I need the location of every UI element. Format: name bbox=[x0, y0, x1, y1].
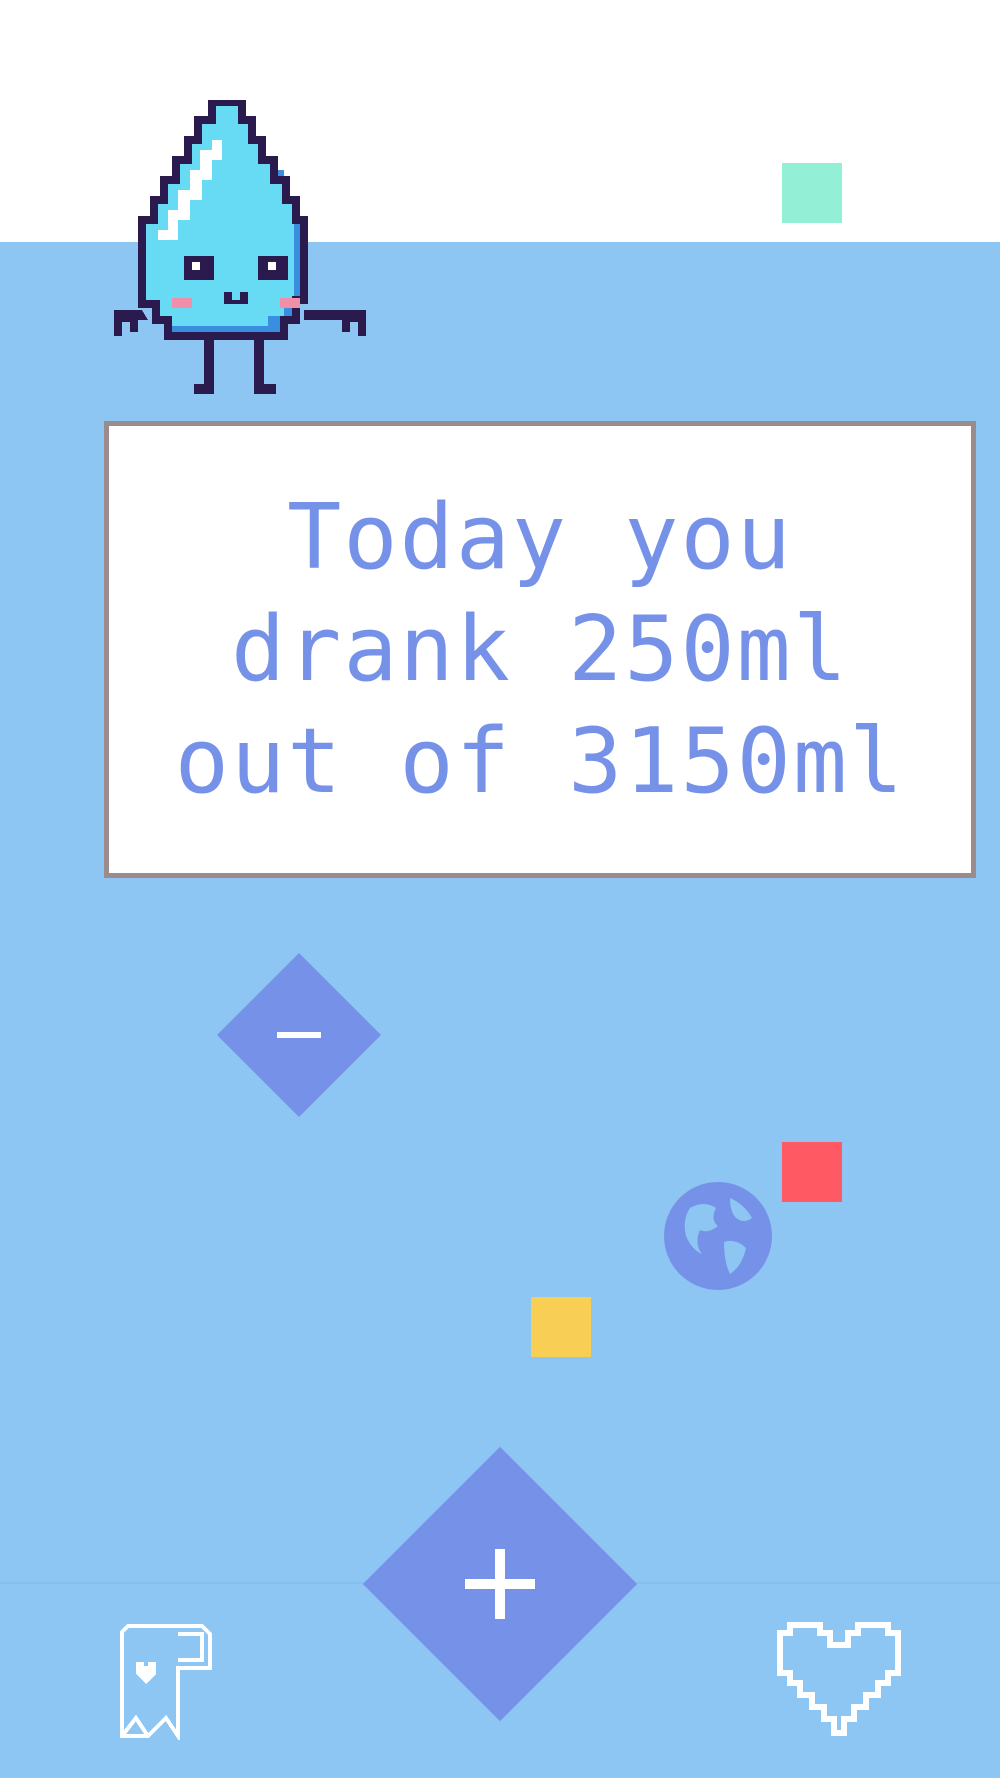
summary-line-3: out of 3150ml bbox=[174, 708, 906, 814]
mint-square bbox=[782, 163, 842, 223]
daily-summary-text: Today you drank 250ml out of 3150ml bbox=[175, 482, 905, 818]
increase-button[interactable] bbox=[362, 1446, 638, 1722]
red-square bbox=[782, 1142, 842, 1202]
daily-summary-card: Today you drank 250ml out of 3150ml bbox=[104, 421, 976, 878]
water-drop-mascot-icon bbox=[114, 100, 366, 394]
plus-icon bbox=[363, 1447, 637, 1721]
yellow-square bbox=[531, 1297, 591, 1357]
summary-line-2: drank 250ml bbox=[230, 596, 850, 702]
decrease-button[interactable] bbox=[216, 952, 382, 1118]
minus-icon bbox=[217, 953, 381, 1117]
summary-line-1: Today you bbox=[287, 484, 793, 590]
bookmark-heart-icon[interactable] bbox=[118, 1622, 216, 1740]
heart-icon[interactable] bbox=[774, 1621, 904, 1739]
globe-icon[interactable] bbox=[660, 1178, 776, 1294]
